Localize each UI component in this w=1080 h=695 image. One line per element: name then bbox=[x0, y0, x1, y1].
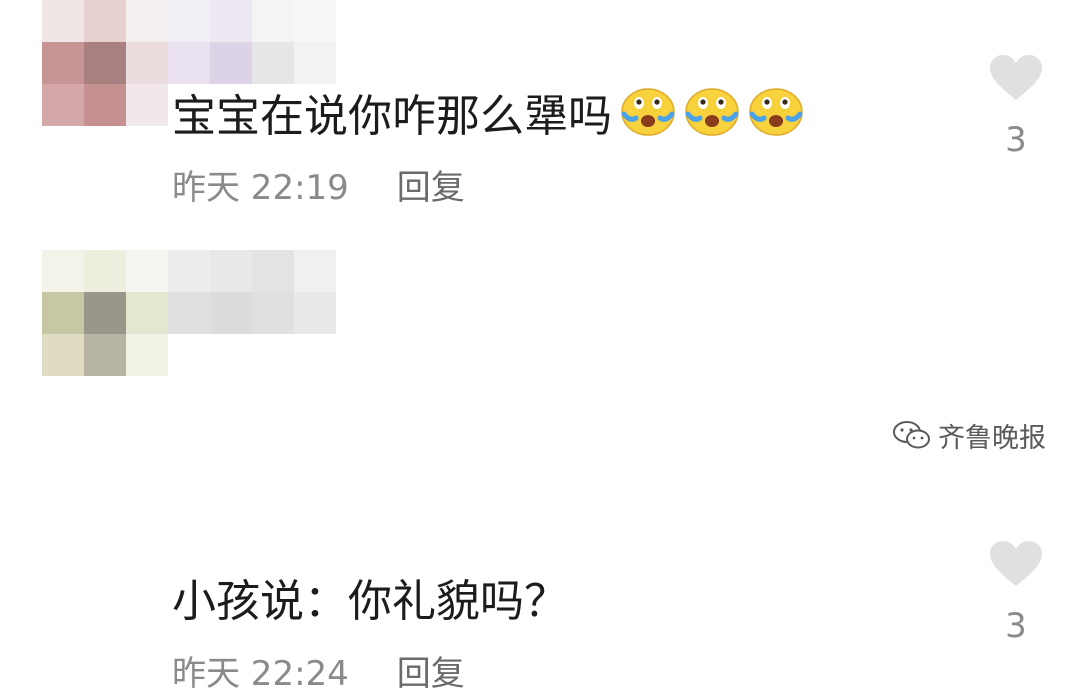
crying-laughing-emoji-icon bbox=[685, 88, 739, 136]
mosaic-cell bbox=[126, 250, 168, 292]
reply-button[interactable]: 回复 bbox=[397, 160, 465, 209]
mosaic-cell bbox=[252, 42, 294, 84]
watermark: 齐鲁晚报 bbox=[892, 417, 1046, 454]
comment-time: 昨天 22:24 bbox=[172, 653, 349, 694]
heart-icon bbox=[990, 55, 1042, 100]
mosaic-cell bbox=[126, 84, 168, 126]
mosaic-cell bbox=[210, 0, 252, 42]
watermark-text: 齐鲁晚报 bbox=[938, 422, 1046, 454]
comment-text: 宝宝在说你咋那么犟吗 bbox=[172, 80, 804, 144]
mosaic-cell bbox=[84, 334, 126, 376]
mosaic-cell bbox=[126, 292, 168, 334]
like-count: 3 bbox=[1005, 120, 1027, 160]
mosaic-cell bbox=[42, 84, 84, 126]
username-blurred[interactable] bbox=[168, 250, 336, 334]
heart-icon bbox=[990, 541, 1042, 586]
mosaic-cell bbox=[294, 250, 336, 292]
mosaic-cell bbox=[42, 0, 84, 42]
mosaic-cell bbox=[84, 84, 126, 126]
mosaic-cell bbox=[294, 42, 336, 84]
mosaic-cell bbox=[168, 0, 210, 42]
mosaic-cell bbox=[252, 0, 294, 42]
reply-button[interactable]: 回复 bbox=[397, 646, 465, 695]
wechat-icon bbox=[893, 421, 930, 449]
mosaic-cell bbox=[252, 292, 294, 334]
crying-laughing-emoji-icon bbox=[621, 88, 675, 136]
like-button[interactable]: 3 bbox=[986, 54, 1046, 160]
like-button[interactable]: 3 bbox=[986, 540, 1046, 646]
avatar[interactable] bbox=[42, 0, 168, 126]
comment-item: 宝宝在说你咋那么犟吗 昨天 22:19 回复 3 bbox=[0, 0, 1080, 240]
mosaic-cell bbox=[42, 292, 84, 334]
mosaic-cell bbox=[210, 42, 252, 84]
mosaic-cell bbox=[168, 42, 210, 84]
comment-meta: 昨天 22:24 回复 bbox=[172, 646, 465, 694]
mosaic-cell bbox=[84, 250, 126, 292]
mosaic-cell bbox=[42, 42, 84, 84]
mosaic-cell bbox=[126, 334, 168, 376]
mosaic-cell bbox=[126, 42, 168, 84]
mosaic-cell bbox=[42, 334, 84, 376]
mosaic-cell bbox=[84, 0, 126, 42]
comment-meta: 昨天 22:19 回复 bbox=[172, 160, 465, 208]
mosaic-cell bbox=[168, 250, 210, 292]
mosaic-cell bbox=[210, 250, 252, 292]
mosaic-cell bbox=[294, 292, 336, 334]
mosaic-cell bbox=[84, 292, 126, 334]
mosaic-cell bbox=[42, 250, 84, 292]
mosaic-cell bbox=[168, 292, 210, 334]
comment-text: 小孩说：你礼貌吗？ bbox=[172, 565, 568, 629]
like-count: 3 bbox=[1005, 606, 1027, 646]
mosaic-cell bbox=[252, 250, 294, 292]
username-blurred[interactable] bbox=[168, 0, 336, 84]
avatar[interactable] bbox=[42, 250, 168, 376]
mosaic-cell bbox=[210, 292, 252, 334]
mosaic-cell bbox=[294, 0, 336, 42]
crying-laughing-emoji-icon bbox=[749, 88, 803, 136]
comment-text-value: 宝宝在说你咋那么犟吗 bbox=[172, 91, 612, 142]
comment-time: 昨天 22:19 bbox=[172, 167, 349, 208]
comment-text-value: 小孩说：你礼貌吗？ bbox=[172, 576, 568, 627]
mosaic-cell bbox=[84, 42, 126, 84]
mosaic-cell bbox=[126, 0, 168, 42]
